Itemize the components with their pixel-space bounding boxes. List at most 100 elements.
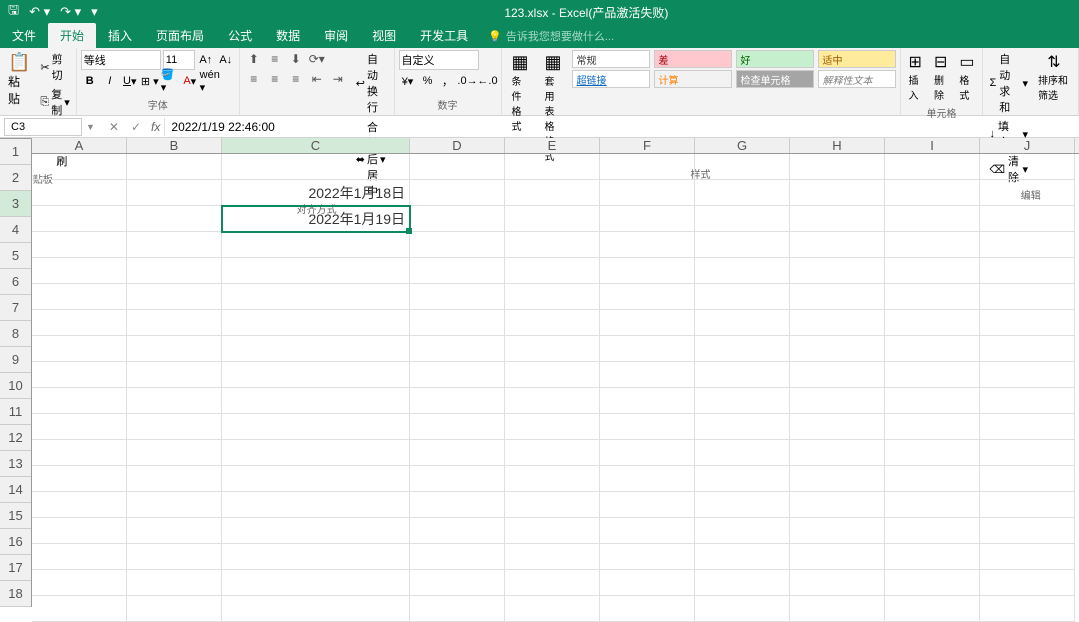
cell-G14[interactable] [695,492,790,518]
cell-J13[interactable] [980,466,1075,492]
cell-G9[interactable] [695,362,790,388]
style-good[interactable]: 好 [736,50,814,68]
font-name-select[interactable] [81,50,161,70]
cell-D2[interactable] [410,180,505,206]
cell-C11[interactable] [222,414,410,440]
cell-J11[interactable] [980,414,1075,440]
col-header-A[interactable]: A [32,138,127,153]
cell-J16[interactable] [980,544,1075,570]
cell-H11[interactable] [790,414,885,440]
cell-E7[interactable] [505,310,600,336]
cell-I5[interactable] [885,258,980,284]
insert-cell-button[interactable]: ⊞插入 [905,50,926,104]
cell-G16[interactable] [695,544,790,570]
cell-F6[interactable] [600,284,695,310]
tab-insert[interactable]: 插入 [96,23,144,48]
cell-E10[interactable] [505,388,600,414]
cell-A9[interactable] [32,362,127,388]
cell-F17[interactable] [600,570,695,596]
col-header-D[interactable]: D [410,138,505,153]
orientation-icon[interactable]: ⟳▾ [307,50,327,68]
cell-B17[interactable] [127,570,222,596]
cell-H10[interactable] [790,388,885,414]
cell-D17[interactable] [410,570,505,596]
cell-H1[interactable] [790,154,885,180]
cell-E6[interactable] [505,284,600,310]
col-header-H[interactable]: H [790,138,885,153]
name-box[interactable] [4,118,82,136]
cell-J5[interactable] [980,258,1075,284]
cell-F14[interactable] [600,492,695,518]
cell-D15[interactable] [410,518,505,544]
tab-review[interactable]: 审阅 [312,23,360,48]
cell-G11[interactable] [695,414,790,440]
cell-B3[interactable] [127,206,222,232]
cell-B8[interactable] [127,336,222,362]
cell-A12[interactable] [32,440,127,466]
cell-H2[interactable] [790,180,885,206]
cell-C9[interactable] [222,362,410,388]
cell-D8[interactable] [410,336,505,362]
cell-C7[interactable] [222,310,410,336]
row-header-5[interactable]: 5 [0,243,31,269]
cell-A14[interactable] [32,492,127,518]
cell-J12[interactable] [980,440,1075,466]
cell-I2[interactable] [885,180,980,206]
cell-F7[interactable] [600,310,695,336]
row-header-1[interactable]: 1 [0,139,31,165]
namebox-dropdown-icon[interactable]: ▼ [86,122,95,132]
cell-A3[interactable] [32,206,127,232]
cell-J6[interactable] [980,284,1075,310]
cell-E3[interactable] [505,206,600,232]
cell-G4[interactable] [695,232,790,258]
row-header-12[interactable]: 12 [0,425,31,451]
cell-C5[interactable] [222,258,410,284]
cell-J4[interactable] [980,232,1075,258]
underline-button[interactable]: U ▾ [121,72,139,90]
col-header-F[interactable]: F [600,138,695,153]
col-header-G[interactable]: G [695,138,790,153]
cell-B13[interactable] [127,466,222,492]
cell-A16[interactable] [32,544,127,570]
cell-I18[interactable] [885,596,980,622]
fx-icon[interactable]: fx [147,120,164,134]
cell-C6[interactable] [222,284,410,310]
cell-E1[interactable] [505,154,600,180]
cell-C16[interactable] [222,544,410,570]
cell-G5[interactable] [695,258,790,284]
cell-F16[interactable] [600,544,695,570]
cell-I11[interactable] [885,414,980,440]
cell-J7[interactable] [980,310,1075,336]
cell-A8[interactable] [32,336,127,362]
cell-B11[interactable] [127,414,222,440]
cell-F15[interactable] [600,518,695,544]
save-icon[interactable]: 🖫 [8,1,19,23]
italic-button[interactable]: I [101,72,119,90]
cell-G15[interactable] [695,518,790,544]
cell-J18[interactable] [980,596,1075,622]
cell-E16[interactable] [505,544,600,570]
cell-I4[interactable] [885,232,980,258]
phonetic-button[interactable]: wén ▾ [201,72,219,90]
cell-I16[interactable] [885,544,980,570]
tell-me-search[interactable]: 💡告诉我您想要做什么... [480,24,622,48]
indent-increase-icon[interactable]: ⇥ [328,70,348,88]
bold-button[interactable]: B [81,72,99,90]
row-header-9[interactable]: 9 [0,347,31,373]
cell-I13[interactable] [885,466,980,492]
style-bad[interactable]: 差 [654,50,732,68]
fill-handle[interactable] [406,228,412,234]
wrap-text-button[interactable]: ↩自动换行 [352,50,390,116]
align-top-icon[interactable]: ⬆ [244,50,264,68]
cell-B10[interactable] [127,388,222,414]
cell-C17[interactable] [222,570,410,596]
cell-F18[interactable] [600,596,695,622]
cell-E4[interactable] [505,232,600,258]
cell-J17[interactable] [980,570,1075,596]
cell-H7[interactable] [790,310,885,336]
cell-A15[interactable] [32,518,127,544]
cell-H3[interactable] [790,206,885,232]
cell-I8[interactable] [885,336,980,362]
decrease-font-icon[interactable]: A↓ [217,51,235,69]
cell-I3[interactable] [885,206,980,232]
